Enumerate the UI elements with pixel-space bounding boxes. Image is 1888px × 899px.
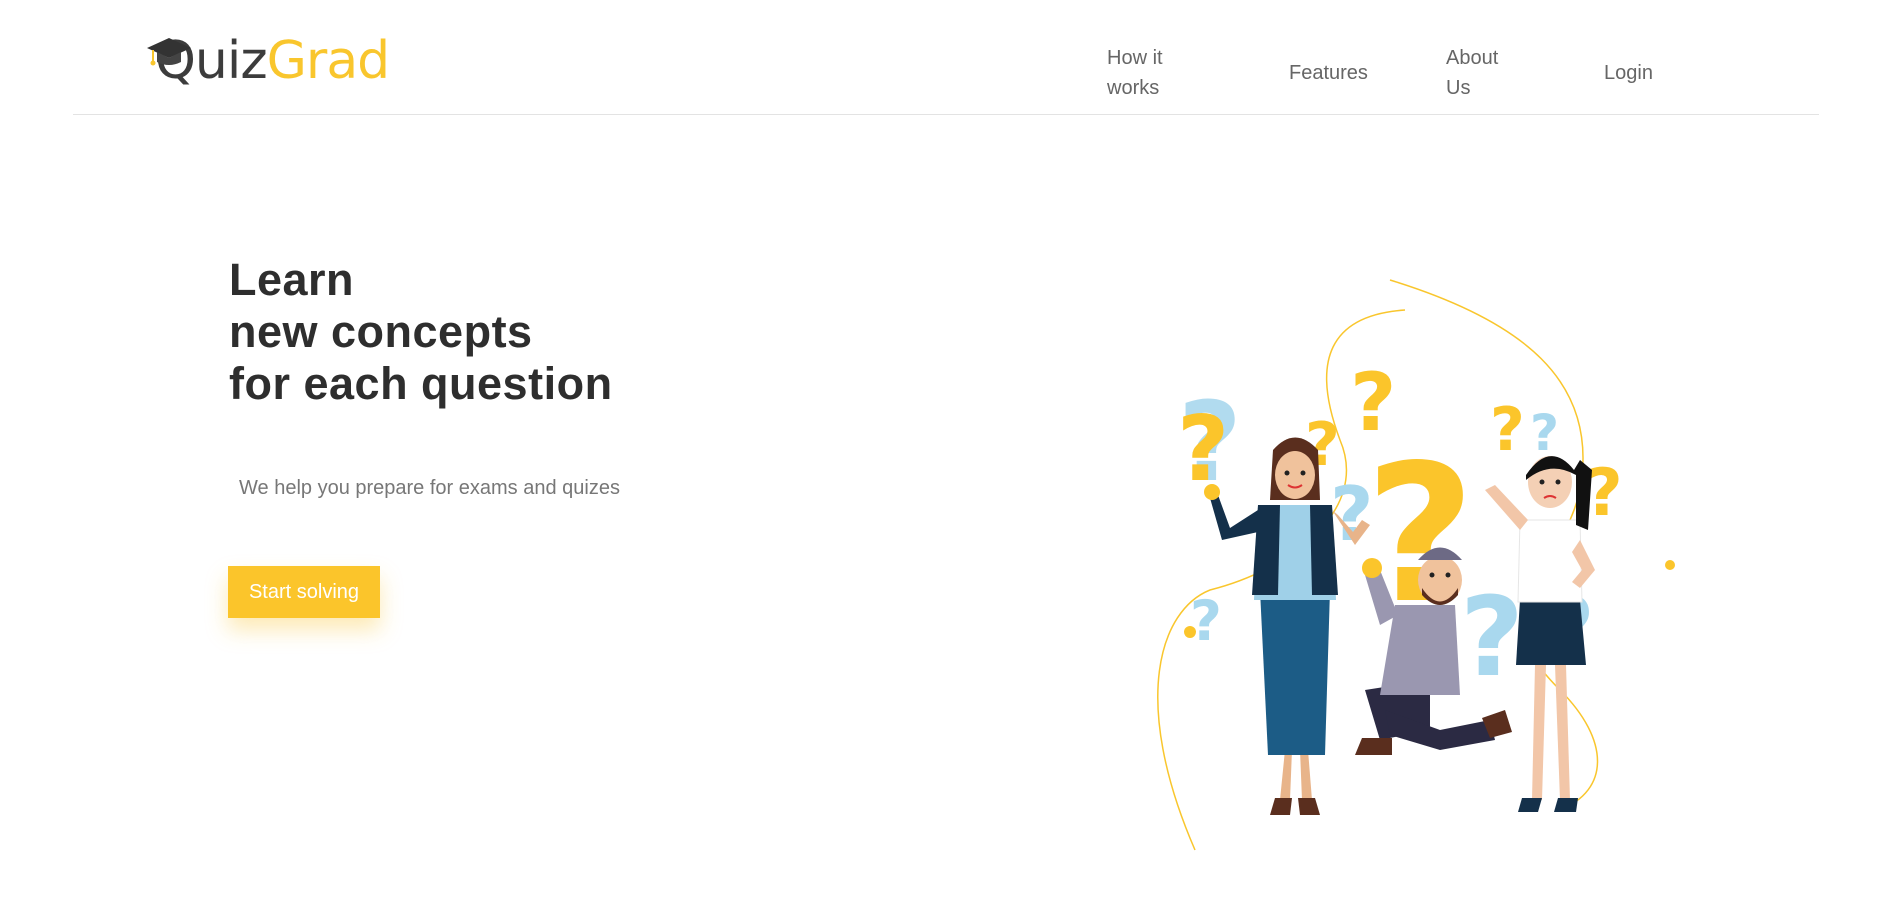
hero-title-line-2: new concepts bbox=[229, 306, 533, 357]
site-header: QuizGrad How it works Features About Us … bbox=[73, 0, 1819, 115]
nav-how-it-works[interactable]: How it works bbox=[1107, 43, 1187, 103]
svg-text:?: ? bbox=[1585, 456, 1623, 531]
svg-text:?: ? bbox=[1177, 397, 1229, 502]
nav-login[interactable]: Login bbox=[1604, 58, 1653, 88]
nav-about-us[interactable]: About Us bbox=[1446, 43, 1516, 103]
nav-features[interactable]: Features bbox=[1289, 58, 1368, 88]
svg-text:?: ? bbox=[1530, 404, 1559, 462]
start-solving-button[interactable]: Start solving bbox=[228, 566, 380, 618]
svg-text:?: ? bbox=[1490, 395, 1525, 465]
hero-illustration: ? ? ? ? ? ? ? ? ? ? ? ? ? bbox=[1157, 279, 1675, 851]
hero-title-line-1: Learn bbox=[229, 254, 355, 305]
landing-page: QuizGrad How it works Features About Us … bbox=[0, 0, 1888, 899]
hero-title-line-3: for each question bbox=[229, 358, 613, 409]
svg-text:?: ? bbox=[1190, 589, 1222, 653]
main-nav: How it works Features About Us Login bbox=[73, 0, 1819, 114]
hero-subtitle: We help you prepare for exams and quizes bbox=[239, 477, 620, 499]
hero-title: Learn new concepts for each question bbox=[229, 254, 613, 410]
